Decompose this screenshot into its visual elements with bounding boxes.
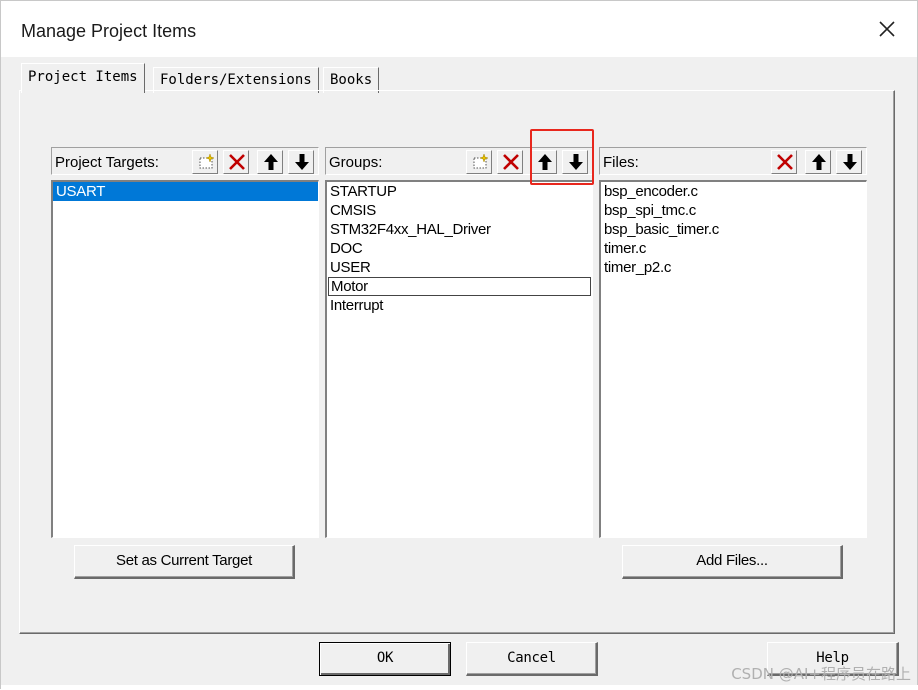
delete-group-button[interactable] xyxy=(497,150,523,174)
new-target-button[interactable] xyxy=(192,150,218,174)
files-list[interactable]: bsp_encoder.c bsp_spi_tmc.c bsp_basic_ti… xyxy=(599,180,867,538)
list-item[interactable]: bsp_encoder.c xyxy=(601,182,866,201)
move-file-up-button[interactable] xyxy=(805,150,831,174)
move-target-up-button[interactable] xyxy=(257,150,283,174)
groups-header: Groups: xyxy=(325,147,593,175)
dialog-title: Manage Project Items xyxy=(21,21,197,41)
files-header: Files: xyxy=(599,147,867,175)
close-button[interactable] xyxy=(875,17,899,41)
list-item[interactable]: STARTUP xyxy=(327,182,592,201)
list-item[interactable]: Interrupt xyxy=(327,296,592,315)
delete-icon xyxy=(777,154,793,170)
move-down-icon xyxy=(843,154,857,170)
list-item[interactable]: Motor xyxy=(328,277,591,296)
ok-button[interactable]: OK xyxy=(319,642,451,676)
targets-label: Project Targets: xyxy=(55,154,159,171)
move-up-icon xyxy=(812,154,826,170)
move-up-icon xyxy=(264,154,278,170)
new-group-button[interactable] xyxy=(466,150,492,174)
move-target-down-button[interactable] xyxy=(288,150,314,174)
move-down-icon xyxy=(569,154,583,170)
list-item[interactable]: STM32F4xx_HAL_Driver xyxy=(327,220,592,239)
targets-list[interactable]: USART xyxy=(51,180,319,538)
new-icon xyxy=(473,153,489,169)
tab-label: Books xyxy=(330,72,373,88)
bottom-strip xyxy=(1,685,918,690)
groups-list[interactable]: STARTUP CMSIS STM32F4xx_HAL_Driver DOC U… xyxy=(325,180,593,538)
move-group-up-button[interactable] xyxy=(531,150,557,174)
list-item[interactable]: DOC xyxy=(327,239,592,258)
list-item[interactable]: USER xyxy=(327,258,592,277)
groups-label: Groups: xyxy=(329,154,383,171)
cancel-button[interactable]: Cancel xyxy=(466,642,598,676)
files-label: Files: xyxy=(603,154,639,171)
add-files-button[interactable]: Add Files... xyxy=(622,545,843,579)
new-icon xyxy=(199,153,215,169)
list-item[interactable]: CMSIS xyxy=(327,201,592,220)
tab-project-items[interactable]: Project Items xyxy=(21,63,145,93)
move-file-down-button[interactable] xyxy=(836,150,862,174)
delete-file-button[interactable] xyxy=(771,150,797,174)
delete-target-button[interactable] xyxy=(223,150,249,174)
tab-label: Project Items xyxy=(28,69,138,85)
move-down-icon xyxy=(295,154,309,170)
close-icon xyxy=(879,21,895,37)
move-group-down-button[interactable] xyxy=(562,150,588,174)
delete-icon xyxy=(503,154,519,170)
move-up-icon xyxy=(538,154,552,170)
set-current-target-button[interactable]: Set as Current Target xyxy=(74,545,295,579)
manage-project-items-dialog: Manage Project Items Project Items Folde… xyxy=(0,0,918,690)
list-item[interactable]: timer.c xyxy=(601,239,866,258)
title-bar: Manage Project Items xyxy=(1,1,917,57)
list-item[interactable]: timer_p2.c xyxy=(601,258,866,277)
list-item[interactable]: bsp_spi_tmc.c xyxy=(601,201,866,220)
targets-header: Project Targets: xyxy=(51,147,319,175)
delete-icon xyxy=(229,154,245,170)
watermark: CSDN @AI+程序员在路上 xyxy=(731,665,911,683)
list-item[interactable]: USART xyxy=(53,182,318,201)
list-item[interactable]: bsp_basic_timer.c xyxy=(601,220,866,239)
tab-label: Folders/Extensions xyxy=(160,72,312,88)
